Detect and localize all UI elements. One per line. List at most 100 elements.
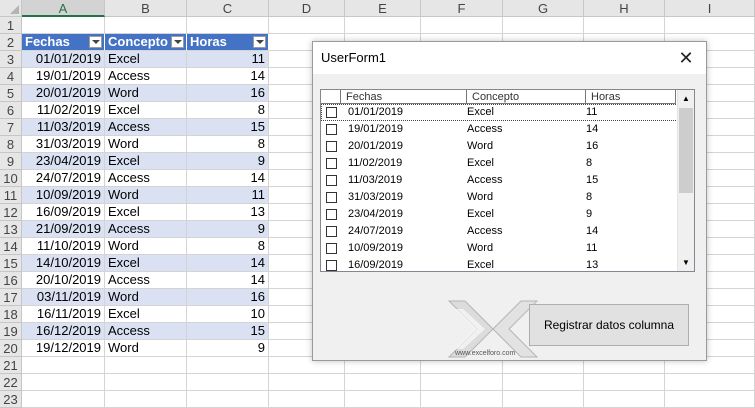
row-header[interactable]: 17 — [0, 289, 22, 306]
cell[interactable] — [665, 391, 755, 408]
cell[interactable] — [503, 391, 584, 408]
table-cell[interactable]: 14/10/2019 — [22, 255, 105, 272]
row-header[interactable]: 12 — [0, 204, 22, 221]
table-header-cell[interactable]: Concepto — [105, 34, 187, 51]
column-header-h[interactable]: H — [584, 0, 665, 17]
table-cell[interactable]: 11 — [187, 187, 269, 204]
register-column-button[interactable]: Registrar datos columna — [529, 304, 689, 346]
row-header[interactable]: 7 — [0, 119, 22, 136]
data-listbox[interactable]: Fechas Concepto Horas 01/01/2019 Excel 11 19/… — [320, 89, 695, 272]
listbox-row[interactable]: 20/01/2019 Word 16 — [321, 138, 678, 155]
listbox-row[interactable]: 11/02/2019 Excel 8 — [321, 155, 678, 172]
select-all-corner[interactable] — [0, 0, 22, 17]
table-cell[interactable]: 20/10/2019 — [22, 272, 105, 289]
table-cell[interactable]: Excel — [105, 102, 187, 119]
table-cell[interactable]: Excel — [105, 306, 187, 323]
table-cell[interactable]: 8 — [187, 238, 269, 255]
table-cell[interactable]: Access — [105, 170, 187, 187]
table-cell[interactable]: 24/07/2019 — [22, 170, 105, 187]
cell[interactable] — [22, 391, 105, 408]
table-cell[interactable]: 11/10/2019 — [22, 238, 105, 255]
cell[interactable] — [345, 17, 421, 34]
cell[interactable] — [105, 374, 187, 391]
table-cell[interactable]: 31/03/2019 — [22, 136, 105, 153]
row-header[interactable]: 16 — [0, 272, 22, 289]
cell[interactable] — [503, 374, 584, 391]
table-header-cell[interactable]: Horas — [187, 34, 269, 51]
row-checkbox[interactable] — [326, 124, 337, 135]
cell[interactable] — [665, 374, 755, 391]
table-cell[interactable]: 8 — [187, 102, 269, 119]
row-checkbox[interactable] — [326, 175, 337, 186]
column-header-f[interactable]: F — [421, 0, 503, 17]
cell[interactable] — [269, 17, 345, 34]
column-header-c[interactable]: C — [187, 0, 269, 17]
cell[interactable] — [345, 391, 421, 408]
cell[interactable] — [187, 357, 269, 374]
table-cell[interactable]: 16/09/2019 — [22, 204, 105, 221]
cell[interactable] — [105, 357, 187, 374]
filter-dropdown-icon[interactable] — [253, 36, 266, 48]
row-checkbox[interactable] — [326, 260, 337, 271]
row-header[interactable]: 19 — [0, 323, 22, 340]
table-cell[interactable]: 20/01/2019 — [22, 85, 105, 102]
table-cell[interactable]: Access — [105, 221, 187, 238]
row-checkbox[interactable] — [326, 141, 337, 152]
row-checkbox[interactable] — [326, 243, 337, 254]
row-header[interactable]: 1 — [0, 17, 22, 34]
row-header[interactable]: 18 — [0, 306, 22, 323]
table-cell[interactable]: 19/12/2019 — [22, 340, 105, 357]
table-cell[interactable]: 11/02/2019 — [22, 102, 105, 119]
listbox-row[interactable]: 11/03/2019 Access 15 — [321, 172, 678, 189]
table-cell[interactable]: 8 — [187, 136, 269, 153]
table-cell[interactable]: Access — [105, 272, 187, 289]
cell[interactable] — [345, 374, 421, 391]
row-header[interactable]: 4 — [0, 68, 22, 85]
column-header-a[interactable]: A — [22, 0, 105, 17]
row-header[interactable]: 22 — [0, 374, 22, 391]
cell[interactable] — [187, 391, 269, 408]
cell[interactable] — [421, 391, 503, 408]
column-header-i[interactable]: I — [665, 0, 755, 17]
cell[interactable] — [421, 374, 503, 391]
cell[interactable] — [22, 17, 105, 34]
table-cell[interactable]: 19/01/2019 — [22, 68, 105, 85]
table-cell[interactable]: 14 — [187, 272, 269, 289]
table-header-cell[interactable]: Fechas — [22, 34, 105, 51]
table-cell[interactable]: Word — [105, 136, 187, 153]
table-cell[interactable]: Excel — [105, 51, 187, 68]
table-cell[interactable]: 11/03/2019 — [22, 119, 105, 136]
cell[interactable] — [584, 374, 665, 391]
table-cell[interactable]: 01/01/2019 — [22, 51, 105, 68]
row-header[interactable]: 15 — [0, 255, 22, 272]
cell[interactable] — [503, 17, 584, 34]
table-cell[interactable]: Word — [105, 238, 187, 255]
row-checkbox[interactable] — [326, 107, 337, 118]
table-cell[interactable]: 14 — [187, 68, 269, 85]
row-header[interactable]: 9 — [0, 153, 22, 170]
table-cell[interactable]: 21/09/2019 — [22, 221, 105, 238]
cell[interactable] — [584, 391, 665, 408]
row-header[interactable]: 13 — [0, 221, 22, 238]
table-cell[interactable]: 13 — [187, 204, 269, 221]
row-header[interactable]: 11 — [0, 187, 22, 204]
listbox-row[interactable]: 16/09/2019 Excel 13 — [321, 257, 678, 271]
table-cell[interactable]: 9 — [187, 153, 269, 170]
table-cell[interactable]: Word — [105, 340, 187, 357]
column-header-g[interactable]: G — [503, 0, 584, 17]
table-cell[interactable]: 11 — [187, 51, 269, 68]
row-header[interactable]: 3 — [0, 51, 22, 68]
row-checkbox[interactable] — [326, 192, 337, 203]
row-header[interactable]: 23 — [0, 391, 22, 408]
cell[interactable] — [269, 374, 345, 391]
listbox-row[interactable]: 23/04/2019 Excel 9 — [321, 206, 678, 223]
cell[interactable] — [665, 17, 755, 34]
table-cell[interactable]: 9 — [187, 221, 269, 238]
cell[interactable] — [584, 17, 665, 34]
scrollbar-thumb[interactable] — [679, 108, 693, 193]
table-cell[interactable]: 9 — [187, 340, 269, 357]
table-cell[interactable]: Excel — [105, 153, 187, 170]
column-header-d[interactable]: D — [269, 0, 345, 17]
cell[interactable] — [105, 391, 187, 408]
table-cell[interactable]: 23/04/2019 — [22, 153, 105, 170]
